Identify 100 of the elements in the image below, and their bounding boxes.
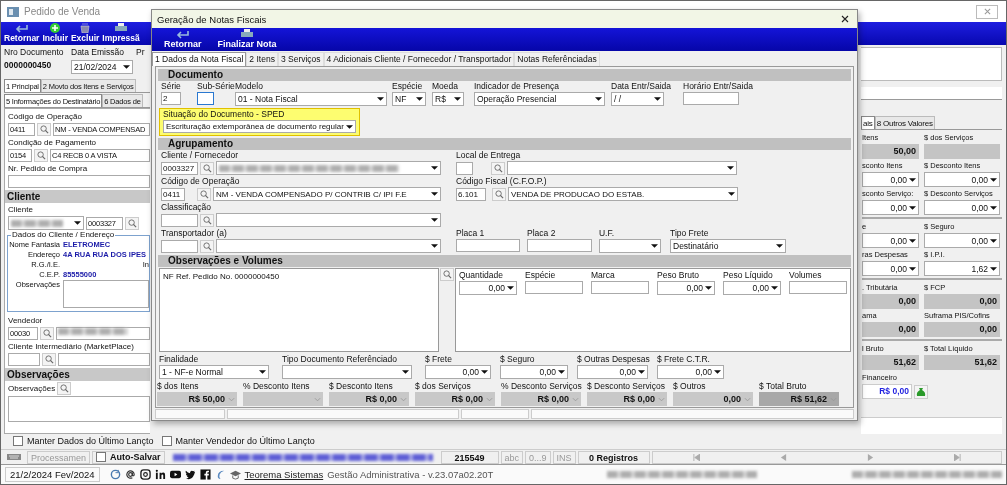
field-label: $ Frete [425, 354, 453, 365]
dropdown[interactable]: VENDA DE PRODUCAO DO ESTAB. [508, 187, 738, 201]
toolbar-button[interactable]: Excluir [70, 22, 100, 45]
checkbox[interactable]: Manter Dados do Último Lançto [13, 435, 154, 446]
notes-field[interactable] [63, 280, 149, 308]
number-dropdown[interactable]: 0,00 [723, 281, 781, 295]
finance-button[interactable] [914, 384, 928, 399]
refresh-icon[interactable] [109, 469, 121, 480]
toolbar-button[interactable]: Impressã [102, 22, 140, 45]
dropdown[interactable]: Escrituração extemporânea de documento regular [163, 120, 356, 133]
client-dropdown[interactable] [8, 216, 84, 230]
code-field[interactable] [8, 353, 40, 366]
last-record-button[interactable] [953, 453, 961, 461]
twitter-icon[interactable] [184, 469, 196, 480]
dropdown[interactable] [216, 239, 441, 253]
code-field[interactable] [161, 239, 198, 253]
notes-field[interactable]: NF Ref. Pedido No. 0000000450 [159, 268, 439, 352]
code-field[interactable] [161, 213, 198, 227]
date-dropdown[interactable]: 21/02/2024 [71, 60, 133, 74]
input-field[interactable] [683, 92, 739, 105]
search-button[interactable] [491, 161, 505, 175]
checkbox[interactable]: Auto-Salvar [92, 450, 165, 464]
caret-icon [990, 177, 997, 182]
linkedin-icon[interactable] [154, 469, 166, 480]
company-link[interactable]: Teorema Sistemas [244, 469, 324, 480]
search-button[interactable] [440, 268, 454, 281]
input-field[interactable] [58, 353, 150, 366]
first-record-button[interactable] [692, 453, 700, 461]
search-button[interactable] [125, 216, 139, 230]
code-field[interactable]: 6.101 [456, 187, 486, 201]
number-dropdown[interactable]: 0,00 [657, 281, 715, 295]
number-dropdown[interactable]: 0,00 [459, 281, 517, 295]
field-label: Data Emissão [71, 47, 125, 57]
tab[interactable]: 1 Dados da Nota Fiscal [152, 52, 247, 66]
search-button[interactable] [200, 239, 214, 253]
facebook-icon[interactable] [199, 469, 211, 480]
code-field[interactable]: 0411 [161, 187, 185, 201]
youtube-icon[interactable] [169, 469, 181, 480]
search-button[interactable] [197, 187, 211, 201]
search-button[interactable] [492, 187, 506, 201]
toolbar-button[interactable]: Retornar [4, 22, 40, 45]
dropdown[interactable]: NF [392, 92, 426, 106]
at-sign-icon[interactable] [124, 469, 136, 480]
number-dropdown[interactable]: 0,00 [862, 172, 919, 187]
number-dropdown[interactable]: 0,00 [862, 261, 919, 276]
number-dropdown[interactable]: 1,62 [924, 261, 1000, 276]
dropdown[interactable]: / / [611, 92, 664, 106]
dropdown[interactable]: NM - VENDA COMPENSADO P/ CONTRIB C/ IPI F.E [213, 187, 441, 201]
input-field[interactable] [591, 281, 649, 294]
number-dropdown[interactable]: 0,00 [657, 365, 724, 379]
seller-field[interactable] [56, 327, 150, 340]
input-field[interactable] [197, 92, 214, 105]
number-dropdown[interactable]: 0,00 [425, 365, 491, 379]
search-button[interactable] [57, 382, 72, 395]
next-record-button[interactable] [866, 453, 874, 461]
toolbar-button[interactable]: Incluir [42, 22, 68, 45]
dropdown[interactable] [282, 365, 412, 379]
instagram-icon[interactable] [139, 469, 151, 480]
search-button[interactable] [37, 123, 51, 136]
dropdown[interactable]: Operação Presencial [474, 92, 605, 106]
number-dropdown[interactable]: 0,00 [924, 200, 1000, 215]
dropdown[interactable]: 01 - Nota Fiscal [235, 92, 387, 106]
number-dropdown[interactable]: 0,00 [577, 365, 648, 379]
number-dropdown[interactable]: 0,00 [862, 200, 919, 215]
notes-field[interactable] [8, 396, 150, 422]
search-button[interactable] [34, 149, 48, 162]
tab[interactable]: Notas Referênciadas [514, 52, 600, 66]
dropdown[interactable] [599, 239, 661, 253]
graduation-cap-icon[interactable] [229, 469, 241, 480]
tab[interactable]: 2 Itens [246, 52, 278, 66]
input-field[interactable] [527, 239, 592, 252]
dropdown[interactable] [216, 213, 441, 227]
number-dropdown[interactable]: 0,00 [500, 365, 568, 379]
number-dropdown[interactable]: 0,00 [862, 233, 919, 248]
number-dropdown[interactable]: 0,00 [924, 172, 1000, 187]
input-field[interactable] [789, 281, 847, 294]
dropdown[interactable]: R$ [432, 92, 464, 106]
input-field[interactable]: 2 [161, 92, 181, 105]
tab[interactable]: ais [861, 116, 875, 129]
client-dropdown[interactable] [216, 161, 441, 175]
tab[interactable]: 4 Adicionais Cliente / Fornecedor / Transportador [323, 52, 515, 66]
input-field[interactable] [525, 281, 583, 294]
previous-record-button[interactable] [779, 453, 787, 461]
code-field[interactable]: 0003327 [161, 161, 198, 175]
input-field[interactable] [8, 175, 150, 188]
code-field[interactable] [456, 161, 473, 175]
toolbar-button[interactable]: Retornar [164, 28, 202, 51]
checkbox[interactable]: Manter Vendedor do Último Lançto [161, 435, 315, 446]
tab[interactable]: 8 Outros Valores [874, 116, 935, 129]
tab[interactable]: 3 Serviços [277, 52, 324, 66]
search-button[interactable] [40, 327, 54, 340]
search-button[interactable] [200, 161, 214, 175]
search-button[interactable] [200, 213, 214, 227]
dropdown[interactable]: 1 - NF-e Normal [159, 365, 269, 379]
dropdown[interactable] [507, 161, 737, 175]
number-dropdown[interactable]: 0,00 [924, 233, 1000, 248]
toolbar-button[interactable]: Finalizar Nota [217, 28, 277, 51]
search-button[interactable] [42, 353, 56, 366]
dropdown[interactable]: Destinatário [670, 239, 786, 253]
input-field[interactable] [456, 239, 520, 252]
